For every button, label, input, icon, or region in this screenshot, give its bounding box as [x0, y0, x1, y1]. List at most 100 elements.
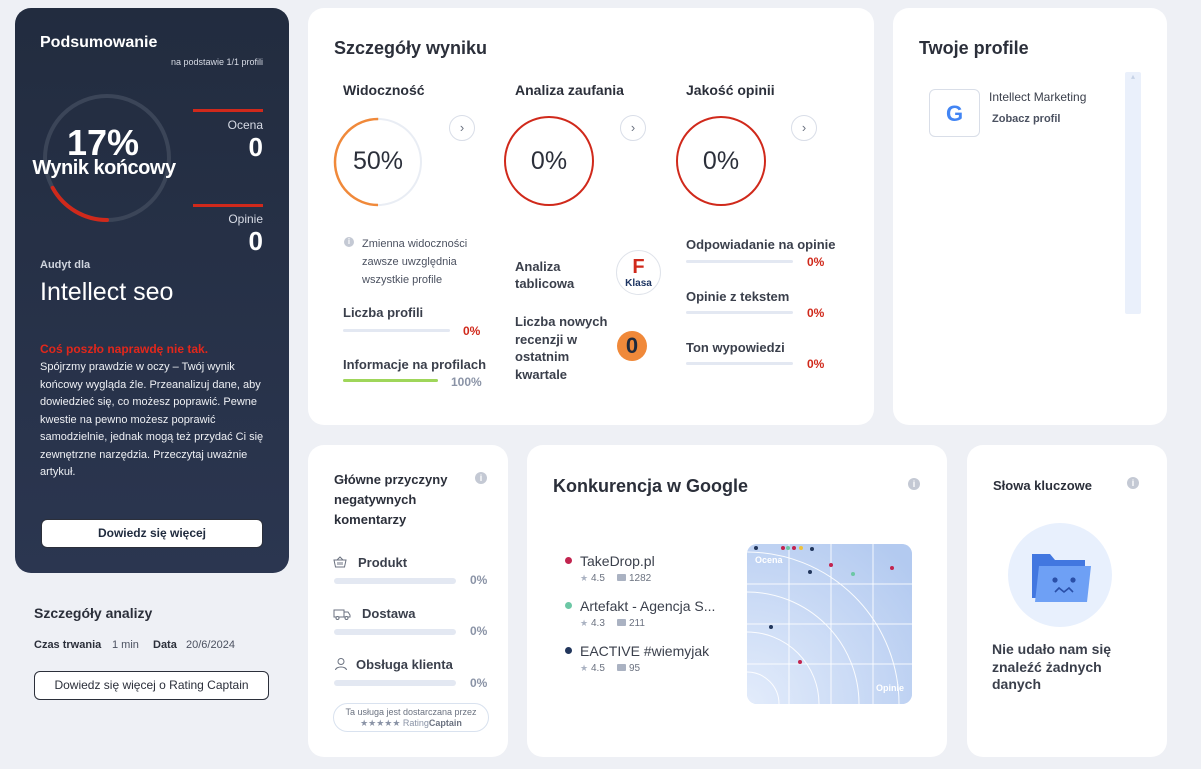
- competition-title: Konkurencja w Google: [553, 476, 749, 496]
- profile-item[interactable]: G Intellect Marketing Zobacz profil: [929, 89, 1119, 139]
- truck-icon: [333, 607, 351, 620]
- rating-captain-button[interactable]: Dowiedz się więcej o Rating Captain: [34, 671, 269, 700]
- competitor-dot: [565, 557, 572, 564]
- rating-captain-logo: ★★★★★ RatingCaptain: [360, 718, 462, 728]
- keywords-info-icon[interactable]: i: [1127, 477, 1139, 489]
- visibility-title: Widoczność: [343, 82, 425, 98]
- summary-title: Podsumowanie: [40, 34, 158, 51]
- view-profile-link[interactable]: Zobacz profil: [992, 113, 1060, 125]
- star-icon: ★: [580, 663, 589, 673]
- profile-info-bar: [343, 379, 438, 382]
- star-icon: ★: [580, 573, 589, 583]
- table-analysis-label: Analiza tablicowa: [515, 259, 575, 291]
- keywords-card: Słowa kluczowe i Nie udało nam się znale…: [967, 445, 1167, 757]
- company-name: Intellect seo: [40, 278, 174, 306]
- negatives-info-icon[interactable]: i: [475, 472, 487, 484]
- score-details-title: Szczegóły wyniku: [334, 38, 488, 58]
- competitor-name: EACTIVE #wiemyjak: [580, 643, 710, 659]
- profile-info-label: Informacje na profilach: [343, 357, 487, 372]
- user-icon: [334, 657, 348, 671]
- negative-reason-bar: [334, 680, 456, 686]
- profiles-title: Twoje profile: [919, 38, 1029, 58]
- reply-value: 0%: [807, 255, 825, 269]
- quality-value: 0%: [702, 147, 740, 175]
- grade-label: Klasa: [625, 278, 652, 289]
- score-details-card: Szczegóły wyniku Widoczność › 50% i Zmie…: [308, 8, 874, 425]
- competitor-item[interactable]: EACTIVE #wiemyjak ★ 4.5 95: [565, 643, 735, 677]
- profiles-count-label: Liczba profili: [343, 305, 424, 320]
- negative-reason-bar: [334, 629, 456, 635]
- text-reviews-value: 0%: [807, 306, 825, 320]
- competition-info-icon[interactable]: i: [908, 478, 920, 490]
- audit-for-label: Audyt dla: [40, 259, 91, 271]
- quality-title: Jakość opinii: [686, 82, 775, 98]
- trust-title: Analiza zaufania: [515, 82, 624, 98]
- grade-badge: F Klasa: [616, 250, 661, 295]
- star-icon: ★: [580, 618, 589, 628]
- competitor-item[interactable]: Artefakt - Agencja S... ★ 4.3 211: [565, 598, 745, 632]
- negatives-card: Główne przyczyny negatywnych komentarzy …: [308, 445, 508, 757]
- profiles-count-value: 0%: [463, 324, 481, 338]
- trust-chevron-right-icon[interactable]: ›: [620, 115, 646, 141]
- negatives-title: Główne przyczyny negatywnych komentarzy: [334, 472, 448, 527]
- text-reviews-label: Opinie z tekstem: [686, 289, 790, 304]
- reviews-value: 0: [248, 226, 263, 256]
- rating-label: Ocena: [227, 118, 263, 132]
- tone-value: 0%: [807, 357, 825, 371]
- learn-more-button[interactable]: Dowiedz się więcej: [41, 519, 263, 548]
- summary-card: Podsumowanie na podstawie 1/1 profili 17…: [15, 8, 289, 573]
- competitor-dot: [565, 647, 572, 654]
- scroll-up-icon[interactable]: ▴: [1125, 72, 1141, 81]
- competitor-dot: [565, 602, 572, 609]
- competition-map-grid: [747, 544, 912, 704]
- brand-prefix: Rating: [402, 718, 429, 728]
- negative-reason-value: 0%: [470, 676, 488, 690]
- rating-divider: [193, 109, 263, 112]
- competitor-reviews: 211: [629, 618, 645, 629]
- competitor-rating: 4.5: [591, 663, 605, 674]
- summary-basis: na podstawie 1/1 profili: [170, 57, 263, 67]
- score-label: Wynik końcowy: [32, 157, 176, 179]
- date-label: Data: [153, 639, 177, 651]
- competitor-rating: 4.5: [591, 573, 605, 584]
- competition-map: Ocena Opinie: [747, 544, 912, 704]
- competitor-reviews: 1282: [629, 573, 652, 584]
- reviews-divider: [193, 204, 263, 207]
- visibility-chevron-right-icon[interactable]: ›: [449, 115, 475, 141]
- competitor-item[interactable]: TakeDrop.pl ★ 4.5 1282: [565, 553, 735, 587]
- trust-value: 0%: [530, 147, 568, 175]
- competitor-name: TakeDrop.pl: [580, 553, 655, 569]
- rating-value: 0: [248, 132, 263, 162]
- date-value: 20/6/2024: [186, 639, 235, 651]
- negative-reason-value: 0%: [470, 624, 488, 638]
- comment-icon: [617, 664, 626, 671]
- visibility-value: 50%: [352, 147, 404, 175]
- negative-reason-bar: [334, 578, 456, 584]
- duration-label: Czas trwania: [34, 639, 102, 651]
- google-logo-icon: G: [929, 89, 980, 137]
- profile-name: Intellect Marketing: [989, 90, 1087, 104]
- basket-icon: [333, 555, 347, 568]
- tone-label: Ton wypowiedzi: [686, 340, 785, 355]
- tone-bar: [686, 362, 793, 365]
- provided-by-badge[interactable]: Ta usługa jest dostarczana przez ★★★★★ R…: [333, 703, 489, 732]
- text-reviews-bar: [686, 311, 793, 314]
- keywords-title: Słowa kluczowe: [993, 478, 1092, 493]
- profiles-count-bar: [343, 329, 450, 332]
- quality-chevron-right-icon[interactable]: ›: [791, 115, 817, 141]
- empty-folder-illustration: [1007, 522, 1113, 628]
- warning-text: Spójrzmy prawdzie w oczy – Twój wynik ko…: [40, 361, 264, 478]
- reply-bar: [686, 260, 793, 263]
- profiles-card: Twoje profile ▴ G Intellect Marketing Zo…: [893, 8, 1167, 425]
- duration-value: 1 min: [112, 639, 139, 651]
- negative-reason-label: Produkt: [358, 555, 408, 570]
- negative-reason-label: Obsługa klienta: [356, 657, 453, 672]
- negative-reason-value: 0%: [470, 573, 488, 587]
- warning-title: Coś poszło naprawdę nie tak.: [40, 342, 209, 356]
- competition-card: Konkurencja w Google i TakeDrop.pl ★ 4.5…: [527, 445, 947, 757]
- visibility-info-icon: i: [344, 237, 354, 247]
- profiles-scrollbar[interactable]: ▴: [1125, 72, 1141, 314]
- new-reviews-value: 0: [617, 331, 647, 361]
- visibility-note: Zmienna widoczności zawsze uwzględnia ws…: [362, 238, 468, 286]
- brand-suffix: Captain: [428, 718, 462, 728]
